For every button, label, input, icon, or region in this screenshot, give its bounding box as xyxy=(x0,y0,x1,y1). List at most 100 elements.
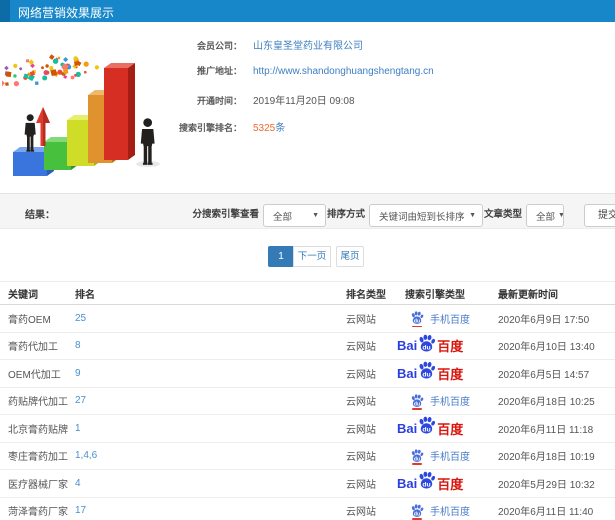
engine-cell: Bai du 百度 xyxy=(397,332,498,360)
rank-link[interactable]: 25 xyxy=(75,304,346,333)
pagination: 1 下一页 尾页 xyxy=(268,246,364,267)
promo-url-link[interactable]: http://www.shandonghuangshengtang.cn xyxy=(253,66,434,77)
last-page-button[interactable]: 尾页 xyxy=(336,246,364,267)
svg-text:du: du xyxy=(414,401,420,407)
update-time-cell: 2020年6月5日 14:57 xyxy=(498,359,615,388)
baidu-paw-icon: du xyxy=(411,394,424,407)
rank-link[interactable]: 8 xyxy=(75,332,346,360)
chevron-down-icon: ▼ xyxy=(469,212,476,219)
filter-bar: 结果： 分搜索引擎查看 全部▼ 排序方式 关键词由短到长排序▼ 文章类型 全部▼… xyxy=(0,193,615,229)
engine-cell: Bai du 百度 xyxy=(397,469,498,498)
rank-type-cell: 云网站 xyxy=(346,304,405,333)
member-company-row: 会员公司： 山东皇圣堂药业有限公司 xyxy=(0,37,363,52)
mobile-baidu-logo: du 手机百度 xyxy=(410,393,498,410)
page-title: 网络营销效果展示 xyxy=(18,6,115,20)
table-row: 菏泽膏药厂家 17 云网站 du 手机百度 2020年6月11日 11:40 xyxy=(0,497,615,520)
result-label: 结果： xyxy=(25,210,55,221)
mobile-baidu-logo: du 手机百度 xyxy=(410,503,498,520)
engine-filter-label: 分搜索引擎查看 xyxy=(192,209,259,220)
article-type-select[interactable]: 全部▼ xyxy=(526,204,564,227)
table-row: 枣庄膏药加工 1,4,6 云网站 du 手机百度 2020年6月18日 10:19 xyxy=(0,442,615,470)
baidu-paw-icon: du xyxy=(419,361,436,379)
update-time-cell: 2020年6月10日 13:40 xyxy=(498,332,615,360)
baidu-paw-icon: du xyxy=(411,449,424,462)
mobile-baidu-logo: du 手机百度 xyxy=(410,448,498,465)
svg-text:du: du xyxy=(414,319,420,325)
growth-illustration xyxy=(0,33,177,185)
table-row: 医疗器械厂家 4 云网站 Bai du 百度 2020年5月29日 10:32 xyxy=(0,469,615,498)
svg-text:du: du xyxy=(423,372,431,379)
baidu-logo: Bai du 百度 xyxy=(397,471,498,493)
rank-type-cell: 云网站 xyxy=(346,442,405,470)
svg-text:du: du xyxy=(423,344,431,351)
table-row: OEM代加工 9 云网站 Bai du 百度 2020年6月5日 14:57 xyxy=(0,359,615,388)
rank-link[interactable]: 4 xyxy=(75,469,346,498)
update-time-cell: 2020年6月18日 10:19 xyxy=(498,442,615,470)
keyword-cell: 医疗器械厂家 xyxy=(0,469,75,498)
ranking-count: 5325 xyxy=(253,123,276,134)
member-company-link[interactable]: 山东皇圣堂药业有限公司 xyxy=(253,41,363,52)
table-row: 膏药代加工 8 云网站 Bai du 百度 2020年6月10日 13:40 xyxy=(0,332,615,360)
rank-link[interactable]: 17 xyxy=(75,497,346,520)
engine-cell: du 手机百度 xyxy=(405,304,498,333)
svg-text:du: du xyxy=(423,482,431,489)
promo-url-row: 推广地址： http://www.shandonghuangshengtang.c… xyxy=(0,64,434,77)
open-time-row: 开通时间： 2019年11月20日 09:08 xyxy=(0,92,355,107)
baidu-logo: Bai du 百度 xyxy=(397,416,498,438)
promo-url-label: 推广地址： xyxy=(196,66,242,76)
ranking-row: 搜索引擎排名： 5325条 xyxy=(0,119,285,134)
update-time-cell: 2020年6月11日 11:40 xyxy=(498,497,615,520)
svg-text:du: du xyxy=(414,456,420,462)
update-time-cell: 2020年6月11日 11:18 xyxy=(498,414,615,443)
sort-select[interactable]: 关键词由短到长排序 ▼ xyxy=(369,204,483,227)
keyword-cell: 北京膏药贴牌 xyxy=(0,414,75,443)
keyword-cell: 枣庄膏药加工 xyxy=(0,442,75,470)
keyword-cell: 膏药OEM xyxy=(0,304,75,333)
baidu-paw-icon: du xyxy=(411,311,424,325)
update-time-cell: 2020年6月9日 17:50 xyxy=(498,304,615,333)
table-row: 膏药OEM 25 云网站 du 手机百度 2020年6月9日 17:50 xyxy=(0,304,615,333)
member-company-label: 会员公司： xyxy=(196,41,242,51)
header-accent xyxy=(0,0,10,22)
baidu-logo: Bai du 百度 xyxy=(397,334,498,355)
rank-link[interactable]: 1,4,6 xyxy=(75,442,346,470)
update-time-cell: 2020年5月29日 10:32 xyxy=(498,469,615,498)
rank-type-cell: 云网站 xyxy=(346,387,405,415)
ranking-label: 搜索引擎排名： xyxy=(178,123,242,133)
rank-type-cell: 云网站 xyxy=(346,497,405,520)
table-row: 药贴牌代加工 27 云网站 du 手机百度 2020年6月18日 10:25 xyxy=(0,387,615,415)
header-keyword: 关键词 xyxy=(0,281,75,305)
rank-link[interactable]: 27 xyxy=(75,387,346,415)
engine-cell: Bai du 百度 xyxy=(397,414,498,443)
engine-cell: du 手机百度 xyxy=(405,497,498,520)
page-1-button[interactable]: 1 xyxy=(268,246,294,267)
keyword-cell: 膏药代加工 xyxy=(0,332,75,360)
keyword-cell: OEM代加工 xyxy=(0,359,75,388)
header-bar: 网络营销效果展示 xyxy=(0,0,615,22)
header-rank-type: 排名类型 xyxy=(346,281,405,305)
header-update-time: 最新更新时间 xyxy=(498,281,615,305)
table-row: 北京膏药贴牌 1 云网站 Bai du 百度 2020年6月11日 11:18 xyxy=(0,414,615,443)
rank-link[interactable]: 1 xyxy=(75,414,346,443)
keyword-cell: 药贴牌代加工 xyxy=(0,387,75,415)
chevron-down-icon: ▼ xyxy=(558,212,563,219)
keyword-cell: 菏泽膏药厂家 xyxy=(0,497,75,520)
article-type-label: 文章类型 xyxy=(483,209,522,220)
baidu-logo: Bai du 百度 xyxy=(397,361,498,383)
sort-label: 排序方式 xyxy=(326,209,365,220)
engine-cell: du 手机百度 xyxy=(405,387,498,415)
results-table: 关键词 排名 排名类型 搜索引擎类型 最新更新时间 膏药OEM 25 云网站 d… xyxy=(0,281,615,520)
submit-button[interactable]: 提交 xyxy=(584,204,615,227)
rank-link[interactable]: 9 xyxy=(75,359,346,388)
ranking-unit: 条 xyxy=(275,123,286,134)
svg-text:du: du xyxy=(414,511,420,517)
baidu-paw-icon: du xyxy=(419,334,436,351)
engine-filter-select[interactable]: 全部 ▼ xyxy=(263,204,326,227)
next-page-button[interactable]: 下一页 xyxy=(293,246,331,267)
open-time-label: 开通时间： xyxy=(196,96,242,106)
chevron-down-icon: ▼ xyxy=(312,212,319,219)
header-rank: 排名 xyxy=(75,281,346,305)
engine-cell: Bai du 百度 xyxy=(397,359,498,388)
update-time-cell: 2020年6月18日 10:25 xyxy=(498,387,615,415)
table-header-row: 关键词 排名 排名类型 搜索引擎类型 最新更新时间 xyxy=(0,281,615,305)
